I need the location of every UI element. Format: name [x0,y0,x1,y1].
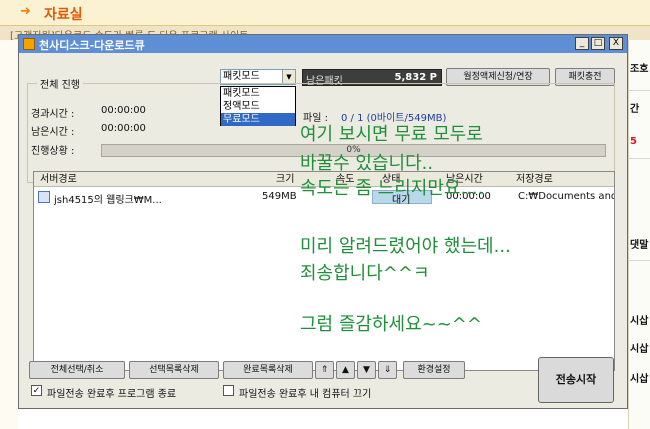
divider [628,90,650,91]
column-save-path[interactable]: 저장경로 [516,173,553,186]
overlay-line: 여기 보시면 무료 모두로 [300,124,483,145]
progress-group-title: 전체 진행 [37,76,83,91]
background-right-item[interactable]: 5 [630,136,637,147]
divider [628,260,650,261]
delete-completed-button[interactable]: 완료목록삭제 [223,361,313,379]
background-right-item[interactable]: 댓말 [630,236,648,251]
overlay-line: 미리 알려드렸어야 했는데... [300,236,511,257]
mode-select-value: 패킷모드 [223,71,260,82]
arrow-icon: ➜ [20,4,31,19]
delete-selected-button[interactable]: 선택목록삭제 [129,361,219,379]
background-right-item[interactable]: 시삽 [630,370,648,385]
maximize-button[interactable]: □ [591,37,605,50]
move-up-button[interactable]: ▲ [336,361,355,379]
remaining-label: 남은시간 : [31,127,75,138]
elapsed-label: 경과시간 : [31,109,75,120]
row-name: jsh4515의 웹링크₩M... [54,195,162,206]
move-down-button[interactable]: ▼ [357,361,376,379]
shutdown-after-checkbox[interactable] [223,385,234,396]
minimize-button[interactable]: _ [575,37,589,50]
elapsed-value: 00:00:00 [101,105,146,116]
row-size: 549MB [262,191,297,202]
status-label: 진행상황 : [31,146,75,157]
overlay-line: 속도는 좀 느리지만요.... [300,178,484,199]
start-transfer-button[interactable]: 전송시작 [538,357,614,403]
file-icon [38,191,50,203]
mode-option-flat[interactable]: 정액모드 [221,100,295,113]
row-save-path: C:₩Documents and [518,191,614,202]
mode-option-packet[interactable]: 패킷모드 [221,87,295,100]
background-left-margin [0,40,18,429]
remaining-value: 00:00:00 [101,123,146,134]
shutdown-after-label: 파일전송 완료후 내 컴퓨터 끄기 [239,389,372,400]
settings-button[interactable]: 환경설정 [403,361,465,379]
chevron-down-icon[interactable]: ▼ [282,70,295,84]
divider [628,158,650,159]
background-right-item[interactable]: 시삽 [630,340,648,355]
background-right-item[interactable]: 조호 [630,60,648,75]
window-titlebar[interactable]: 천사디스크-다운로드큐 _ □ X [19,35,627,53]
download-queue-window: 천사디스크-다운로드큐 _ □ X 패킷모드 ▼ 패킷모드 정액모드 무료모드 … [18,34,628,409]
move-bottom-button[interactable]: ⇓ [378,361,397,379]
overlay-line: 그럼 즐감하세요~~^^ [300,314,482,335]
app-icon [23,38,35,50]
select-all-button[interactable]: 전체선택/취소 [29,361,125,379]
column-server-path[interactable]: 서버경로 [40,173,77,186]
close-button[interactable]: X [609,37,623,50]
screen: ➜ 자료실 [고객지원]다운로드 속도가 빠른 도 다운 프로그램 사이트 조호… [0,0,650,429]
background-page-title: 자료실 [44,7,83,23]
exit-after-checkbox[interactable]: ✓ [31,385,42,396]
column-size[interactable]: 크기 [276,173,294,186]
background-right-item[interactable]: 간 [630,100,639,115]
mode-dropdown[interactable]: 패킷모드 정액모드 무료모드 [220,86,296,126]
background-page-header [0,0,650,26]
background-right-item[interactable]: 시삽 [630,312,648,327]
points-value: 5,832 P [394,72,437,83]
window-title: 천사디스크-다운로드큐 [39,39,145,52]
exit-after-label: 파일전송 완료후 프로그램 종료 [47,389,177,400]
overlay-line: 바꿀수 있습니다.. [300,153,434,174]
move-top-button[interactable]: ⇑ [315,361,334,379]
overlay-line: 죄송합니다^^ㅋ [300,263,430,284]
mode-option-free[interactable]: 무료모드 [221,113,295,126]
